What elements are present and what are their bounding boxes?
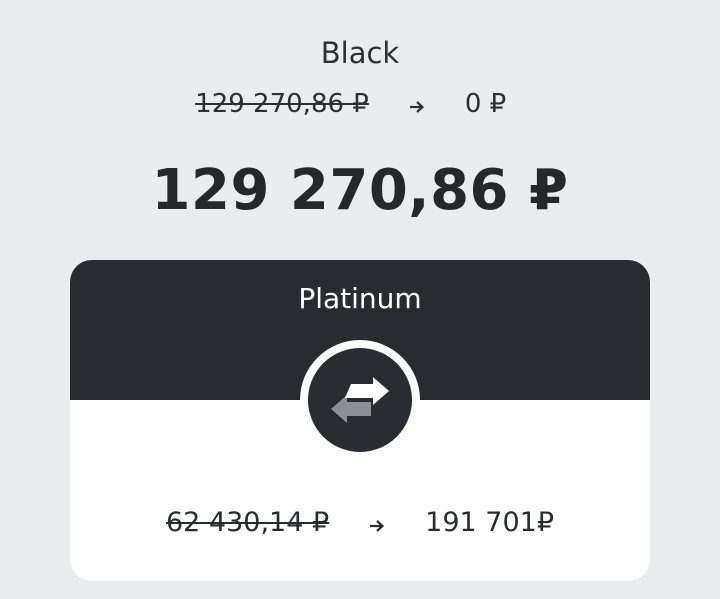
target-balance-change: 62 430,14 ₽ 191 701₽ — [70, 502, 650, 542]
source-balance-before: 129 270,86 ₽ — [195, 89, 369, 119]
target-account-name: Platinum — [298, 282, 422, 315]
source-account-name: Black — [320, 36, 400, 70]
target-balance-before: 62 430,14 ₽ — [165, 506, 330, 538]
target-balance-after: 191 701₽ — [425, 506, 555, 538]
swap-button-face — [308, 348, 412, 452]
target-account-card[interactable]: Platinum 62 430,14 ₽ 191 701₽ — [70, 260, 650, 581]
swap-accounts-button[interactable] — [300, 340, 420, 460]
arrow-right-icon — [367, 512, 387, 532]
source-balance-after: 0 ₽ — [464, 89, 507, 119]
arrow-right-icon — [407, 94, 427, 114]
source-account-section: Black 129 270,86 ₽ 0 ₽ 129 270,86 ₽ — [0, 0, 720, 250]
swap-arrows-icon — [331, 377, 389, 423]
transfer-amount[interactable]: 129 270,86 ₽ — [0, 158, 720, 223]
source-balance-change: 129 270,86 ₽ 0 ₽ — [0, 84, 720, 124]
